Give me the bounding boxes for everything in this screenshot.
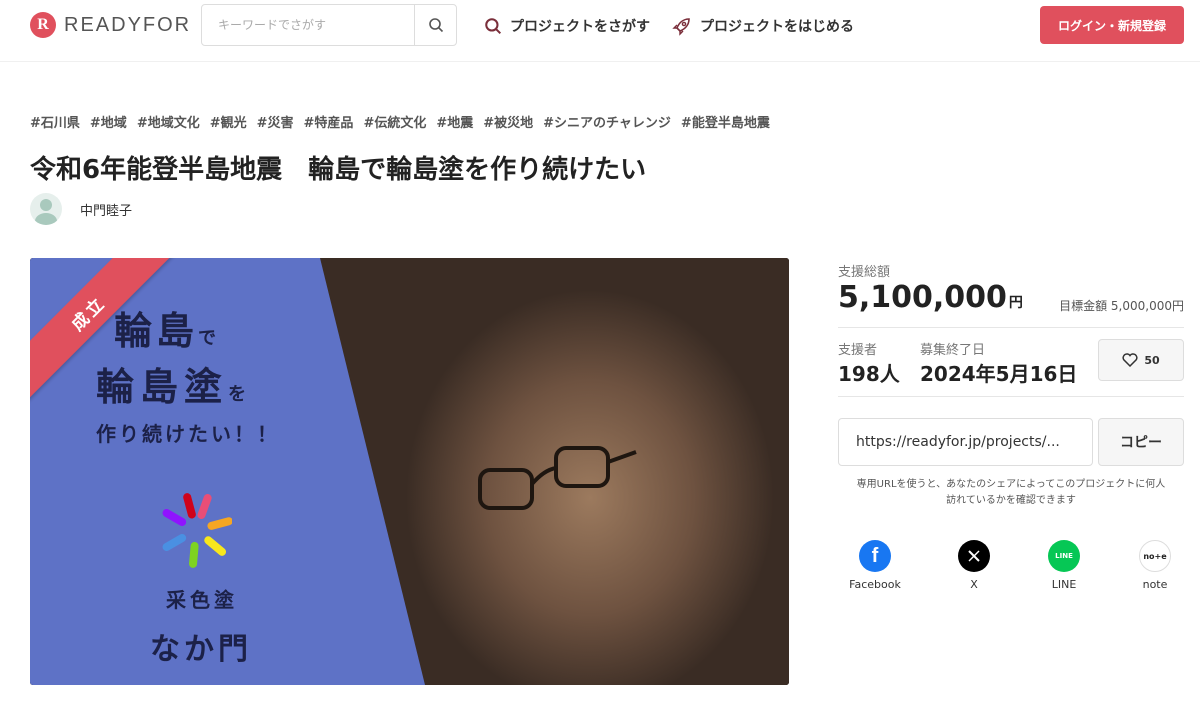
search-button[interactable]	[414, 5, 456, 45]
tag-link[interactable]: #地震	[436, 112, 473, 131]
tag-list: #石川県 #地域 #地域文化 #観光 #災害 #特産品 #伝統文化 #地震 #被…	[30, 112, 770, 131]
tag-link[interactable]: #シニアのチャレンジ	[543, 112, 671, 131]
hero-headline-line3: 作り続けたい！！	[96, 422, 280, 446]
tag-link[interactable]: #災害	[257, 112, 294, 131]
share-note-label: note	[1142, 578, 1168, 591]
login-signup-button[interactable]: ログイン・新規登録	[1040, 6, 1184, 44]
favorite-button[interactable]: 50	[1098, 339, 1184, 381]
heart-icon	[1122, 353, 1138, 367]
facebook-icon: f	[859, 540, 891, 572]
readyfor-logo[interactable]: R READYFOR	[30, 12, 191, 38]
share-line[interactable]: LINE LINE	[1029, 540, 1099, 591]
share-line-label: LINE	[1051, 578, 1077, 591]
line-icon: LINE	[1048, 540, 1080, 572]
copy-url-button[interactable]: コピー	[1098, 418, 1184, 466]
hero-headline-line2: 輪島塗を	[96, 364, 253, 409]
x-icon	[958, 540, 990, 572]
project-owner[interactable]: 中門睦子	[30, 193, 132, 225]
glasses-illustration	[478, 446, 637, 510]
divider	[838, 396, 1184, 397]
share-url-field[interactable]: https://readyfor.jp/projects/...	[838, 418, 1093, 466]
end-date-label: 募集終了日	[920, 343, 986, 358]
project-hero-image: 輪島で 輪島塗を 作り続けたい！！ 采色塗 なか門 成立	[30, 258, 789, 685]
nav-start-label: プロジェクトをはじめる	[700, 19, 854, 35]
logo-text: READYFOR	[64, 13, 192, 36]
tag-link[interactable]: #観光	[210, 112, 247, 131]
hero-brand-signature: なか門	[150, 632, 252, 667]
hero-headline-line1: 輪島で	[114, 308, 221, 353]
share-note[interactable]: no+e note	[1120, 540, 1190, 591]
nav-find-label: プロジェクトをさがす	[510, 19, 650, 35]
nav-find-projects[interactable]: プロジェクトをさがす	[484, 16, 650, 36]
site-header: R READYFOR プロジェクトをさがす プロジェクトをはじめる ログイン・新…	[0, 0, 1200, 62]
search-icon	[428, 18, 443, 33]
nav-start-project[interactable]: プロジェクトをはじめる	[672, 16, 854, 36]
rocket-icon	[672, 18, 690, 36]
brand-flower-logo	[162, 493, 232, 568]
note-icon: no+e	[1139, 540, 1171, 572]
share-x[interactable]: X	[939, 540, 1009, 591]
search-icon	[485, 18, 502, 35]
total-label: 支援総額	[838, 265, 891, 280]
tag-link[interactable]: #地域文化	[137, 112, 200, 131]
share-facebook[interactable]: f Facebook	[840, 540, 910, 591]
supporters-label: 支援者	[838, 343, 878, 358]
owner-avatar	[30, 193, 62, 225]
owner-name: 中門睦子	[80, 203, 133, 219]
search-input[interactable]	[202, 5, 414, 45]
end-date: 2024年5月16日	[920, 362, 1078, 386]
share-facebook-label: Facebook	[849, 578, 901, 591]
divider	[838, 327, 1184, 328]
tag-link[interactable]: #被災地	[483, 112, 533, 131]
tag-link[interactable]: #能登半島地震	[681, 112, 770, 131]
project-title: 令和6年能登半島地震 輪島で輪島塗を作り続けたい	[30, 155, 647, 185]
search-box	[201, 4, 457, 46]
tag-link[interactable]: #特産品	[304, 112, 354, 131]
tag-link[interactable]: #伝統文化	[363, 112, 426, 131]
supporters-count: 198人	[838, 362, 900, 386]
logo-mark-icon: R	[30, 12, 56, 38]
total-amount: 5,100,000 円	[838, 280, 1023, 315]
goal-amount: 目標金額 5,000,000円	[1059, 299, 1184, 313]
share-url-note: 専用URLを使うと、あなたのシェアによってこのプロジェクトに何人訪れているかを確…	[856, 479, 1166, 506]
share-x-label: X	[970, 578, 978, 591]
favorite-count: 50	[1144, 353, 1160, 367]
tag-link[interactable]: #地域	[90, 112, 127, 131]
hero-brand-name: 采色塗	[166, 588, 238, 612]
tag-link[interactable]: #石川県	[30, 112, 80, 131]
